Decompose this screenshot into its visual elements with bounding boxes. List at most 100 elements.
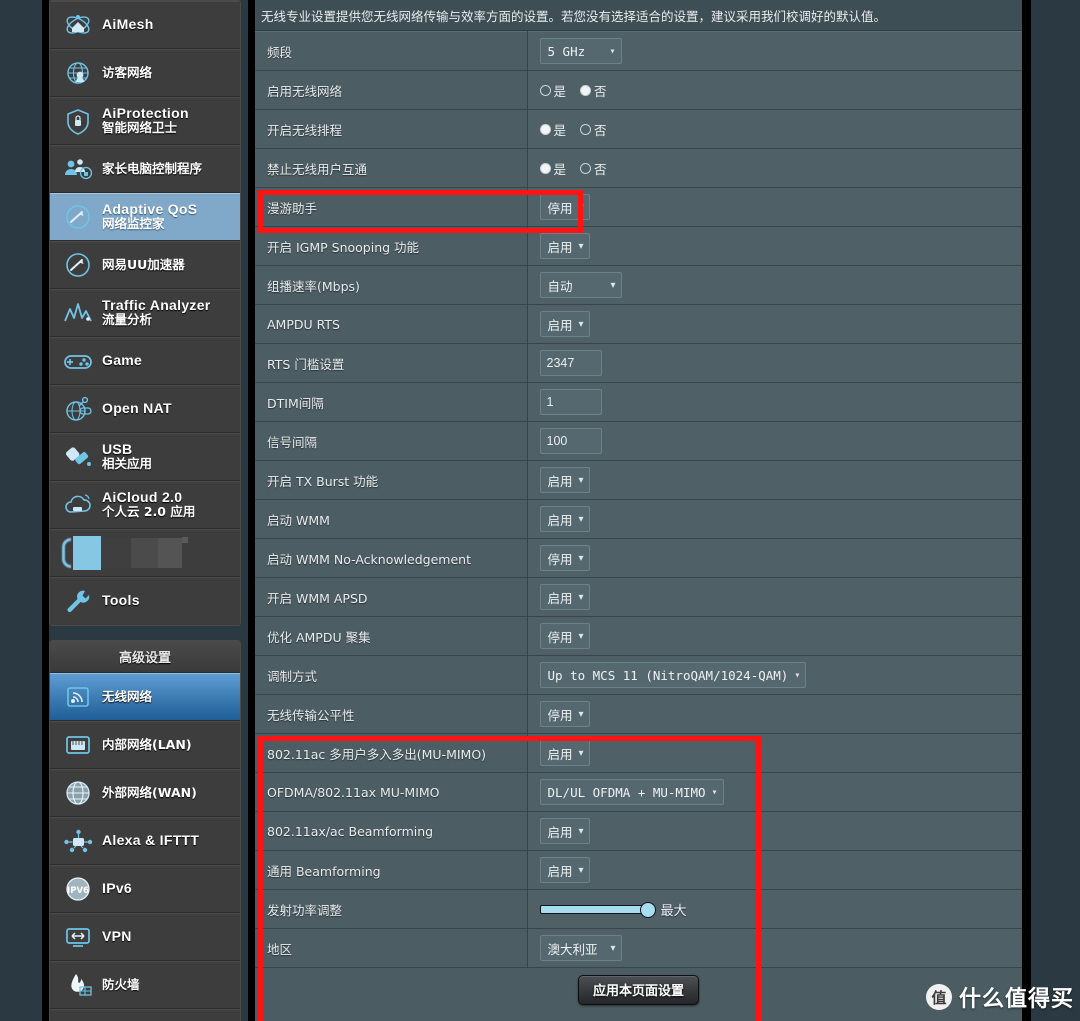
- select-5[interactable]: 启用 ▾: [539, 233, 590, 259]
- settings-row: OFDMA/802.11ax MU-MIMO DL/UL OFDMA + MU-M…: [255, 772, 1022, 812]
- radio-dot[interactable]: [580, 162, 592, 174]
- select-value: 启用: [547, 239, 573, 255]
- radio-option[interactable]: 否: [580, 81, 607, 100]
- select-13[interactable]: 停用 ▾: [539, 545, 590, 571]
- radio-option[interactable]: 是: [539, 81, 567, 100]
- chevron-down-icon: ▾: [609, 45, 616, 57]
- sidebar-item-redacted[interactable]: [50, 529, 240, 577]
- setting-control-cell: [527, 421, 1022, 461]
- sidebar-item-open-nat[interactable]: Open NAT: [50, 385, 240, 433]
- setting-control-cell: 启用 ▾: [527, 226, 1022, 266]
- sidebar-item-aimesh[interactable]: AiMesh: [50, 1, 240, 49]
- select-14[interactable]: 启用 ▾: [539, 584, 590, 610]
- apply-settings-button[interactable]: 应用本页面设置: [577, 974, 699, 1005]
- radio-option[interactable]: 是: [539, 159, 566, 178]
- sidebar-item-label-cn: 流量分析: [102, 312, 153, 328]
- setting-control-cell: DL/UL OFDMA + MU-MIMO ▾: [527, 772, 1022, 812]
- svg-text:IPV6: IPV6: [67, 886, 89, 896]
- radio-label: 是: [553, 83, 567, 99]
- sidebar-advanced-item-wan[interactable]: 外部网络(WAN): [50, 769, 240, 817]
- sidebar-item-[interactable]: 家长电脑控制程序: [50, 145, 240, 193]
- radio-option[interactable]: 是: [539, 120, 566, 139]
- sidebar-item-label-cn: 网络监控家: [102, 216, 165, 232]
- select-23[interactable]: 澳大利亚 ▾: [539, 935, 622, 961]
- radio-dot[interactable]: [580, 123, 592, 135]
- sidebar-advanced-item-vpn[interactable]: VPN: [50, 913, 240, 961]
- settings-row: 通用 Beamforming 启用 ▾: [255, 850, 1022, 890]
- sidebar-item-tools[interactable]: Tools: [50, 577, 240, 625]
- sidebar-item-uu[interactable]: 网易UU加速器: [50, 241, 240, 289]
- transmit-power-slider[interactable]: [539, 901, 656, 918]
- sidebar-item-label-en: USB: [102, 440, 133, 457]
- ipv6-icon: IPV6: [60, 872, 96, 906]
- usb-icon: [60, 440, 96, 474]
- text-input-9[interactable]: [539, 389, 602, 415]
- settings-row: 启动 WMM 启用 ▾: [255, 499, 1022, 539]
- watermark-logo: 值: [925, 984, 952, 1010]
- slider-handle[interactable]: [639, 901, 656, 918]
- radio-option[interactable]: 否: [580, 120, 607, 139]
- radio-dot[interactable]: [539, 162, 551, 174]
- select-12[interactable]: 启用 ▾: [539, 506, 590, 532]
- sidebar-item-label-en: AiProtection: [102, 104, 189, 121]
- select-6[interactable]: 自动 ▾: [539, 272, 622, 298]
- text-input-8[interactable]: [539, 350, 602, 376]
- settings-row: 组播速率(Mbps) 自动 ▾: [255, 265, 1022, 305]
- sidebar-advanced-item-item6[interactable]: 防火墙: [50, 961, 240, 1009]
- apply-row: 应用本页面设置: [255, 967, 1022, 1012]
- sidebar-advanced-label-cn: 内部网络(LAN): [102, 736, 192, 752]
- setting-label: RTS 门槛设置: [255, 343, 528, 383]
- settings-row: 启用无线网络是否: [255, 70, 1023, 110]
- sidebar-advanced-item-ipv6[interactable]: IPV6 IPv6: [50, 865, 240, 913]
- settings-row: 频段 5 GHz ▾: [255, 31, 1022, 71]
- select-20[interactable]: 启用 ▾: [539, 818, 590, 844]
- setting-label: 802.11ac 多用户多入多出(MU-MIMO): [255, 733, 528, 773]
- sidebar-item-aicloud-2-0[interactable]: AiCloud 2.0 个人云 2.0 应用: [50, 481, 240, 529]
- sidebar-item-aiprotection[interactable]: AiProtection 智能网络卫士: [50, 97, 240, 145]
- sidebar-item-adaptive-qos[interactable]: Adaptive QoS 网络监控家: [50, 193, 240, 241]
- setting-label: 开启 TX Burst 功能: [255, 460, 528, 500]
- select-18[interactable]: 启用 ▾: [539, 740, 590, 766]
- radio-dot[interactable]: [539, 123, 551, 135]
- select-7[interactable]: 启用 ▾: [539, 311, 590, 337]
- select-21[interactable]: 启用 ▾: [539, 857, 590, 883]
- setting-label: 组播速率(Mbps): [255, 265, 528, 305]
- sidebar-advanced-item-alexa-ifttt[interactable]: Alexa & IFTTT: [50, 817, 240, 865]
- select-4[interactable]: 停用 ▾: [539, 194, 590, 220]
- radio-dot[interactable]: [580, 84, 592, 96]
- sidebar-main-menu: AiMesh 访客网络 AiProtection 智能网络卫士 家长电脑控制程序 Adap…: [49, 0, 241, 626]
- settings-row: 地区 澳大利亚 ▾: [255, 928, 1022, 968]
- sidebar-item-label-en: Game: [102, 351, 143, 368]
- select-value: 启用: [547, 746, 573, 762]
- select-11[interactable]: 启用 ▾: [539, 467, 590, 493]
- chevron-down-icon: ▾: [610, 942, 616, 954]
- sidebar-item-label-en: Traffic Analyzer: [102, 296, 211, 313]
- radio-group-1: 是否: [539, 81, 1023, 100]
- sidebar-item-[interactable]: 访客网络: [50, 49, 240, 97]
- setting-label: 地区: [255, 928, 528, 968]
- text-input-10[interactable]: [539, 428, 602, 454]
- select-value: 停用: [547, 707, 573, 723]
- sidebar-advanced-item-lan[interactable]: 内部网络(LAN): [50, 721, 240, 769]
- analytics-icon: [60, 296, 96, 330]
- select-17[interactable]: 停用 ▾: [539, 701, 590, 727]
- setting-control-cell: 启用 ▾: [527, 499, 1022, 539]
- setting-label: 优化 AMPDU 聚集: [255, 616, 528, 656]
- sidebar-item-usb[interactable]: USB 相关应用: [50, 433, 240, 481]
- setting-control-cell: 停用 ▾: [527, 694, 1022, 734]
- setting-label: 无线传输公平性: [255, 694, 528, 734]
- setting-label: 启动 WMM: [255, 499, 528, 539]
- select-19[interactable]: DL/UL OFDMA + MU-MIMO ▾: [539, 779, 724, 805]
- select-0[interactable]: 5 GHz ▾: [539, 38, 622, 64]
- settings-row: 802.11ac 多用户多入多出(MU-MIMO) 启用 ▾: [255, 733, 1022, 773]
- radio-option[interactable]: 否: [580, 159, 607, 178]
- radio-dot[interactable]: [539, 84, 551, 96]
- parental-control-icon: [60, 152, 96, 186]
- select-16[interactable]: Up to MCS 11 (NitroQAM/1024-QAM) ▾: [539, 662, 807, 688]
- sidebar-advanced-item-item7[interactable]: [50, 1009, 240, 1021]
- settings-row: RTS 门槛设置: [255, 343, 1022, 383]
- sidebar-item-game[interactable]: Game: [50, 337, 240, 385]
- sidebar-advanced-item-item0[interactable]: 无线网络: [50, 673, 240, 721]
- sidebar-item-traffic-analyzer[interactable]: Traffic Analyzer 流量分析: [50, 289, 240, 337]
- select-15[interactable]: 停用 ▾: [539, 623, 590, 649]
